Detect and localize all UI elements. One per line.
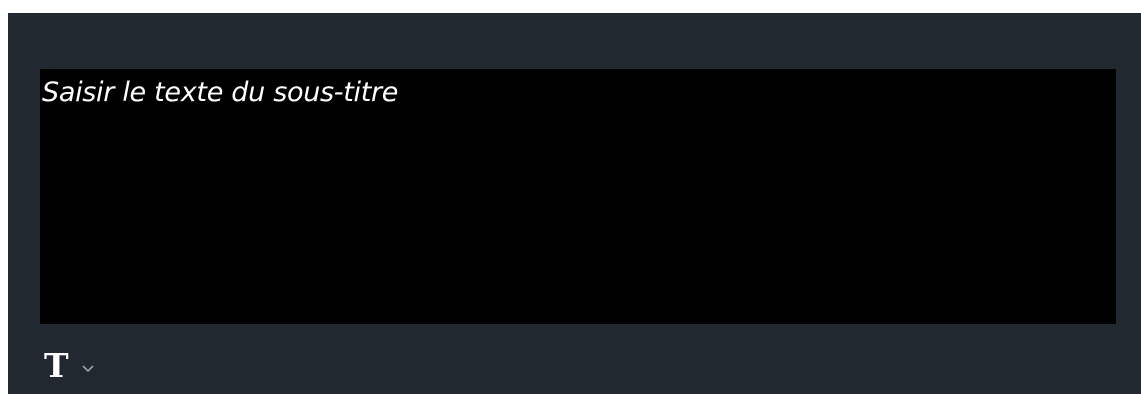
subtitle-panel: Saisir le texte du sous-titre T: [8, 13, 1141, 394]
text-format-icon: T: [44, 346, 69, 385]
text-style-dropdown[interactable]: T: [44, 346, 95, 386]
chevron-down-icon: [81, 365, 94, 373]
subtitle-text-input[interactable]: Saisir le texte du sous-titre: [40, 69, 1116, 324]
subtitle-placeholder: Saisir le texte du sous-titre: [42, 77, 399, 108]
